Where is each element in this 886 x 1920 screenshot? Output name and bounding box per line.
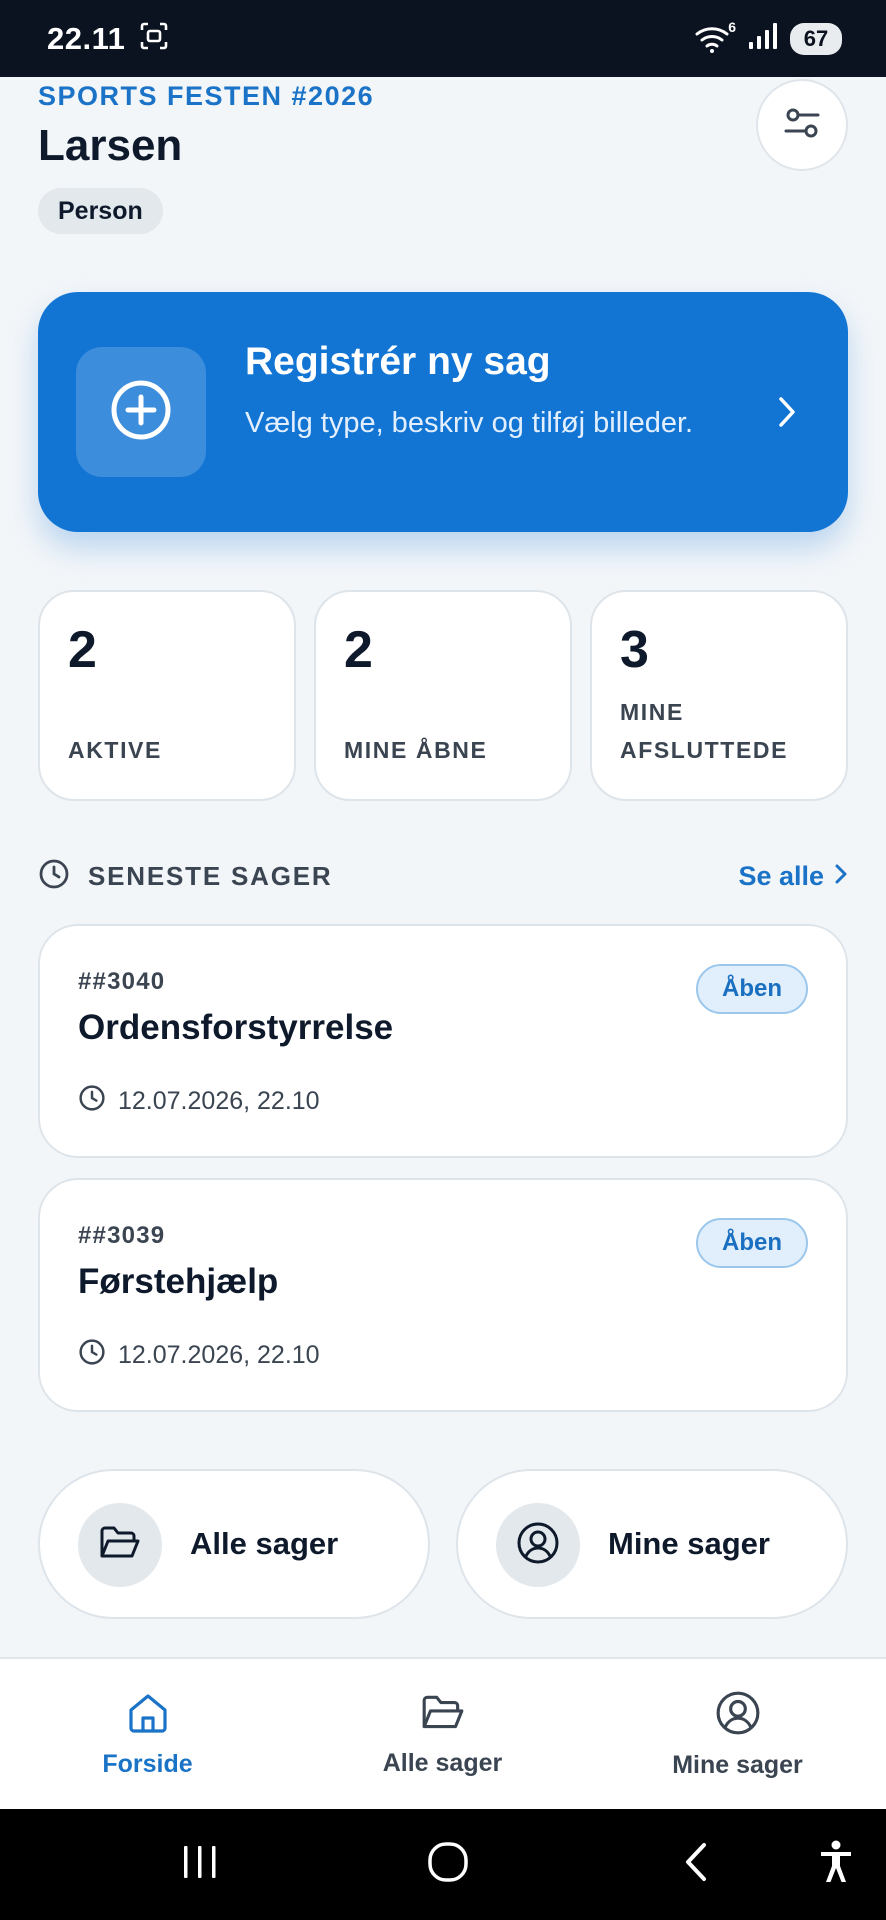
stat-card-active[interactable]: 2 AKTIVE [38, 590, 296, 801]
case-title: Førstehjælp [78, 1262, 279, 1301]
nav-item-home[interactable]: Forside [0, 1659, 295, 1811]
case-time: 12.07.2026, 22.10 [78, 1338, 320, 1373]
quick-icon [496, 1503, 580, 1587]
back-button[interactable] [666, 1809, 726, 1920]
bottom-nav: Forside Alle sager Mine sager [0, 1657, 886, 1809]
all-cases-button[interactable]: Alle sager [38, 1469, 430, 1619]
filter-button[interactable] [756, 79, 848, 171]
system-nav-bar [0, 1809, 886, 1920]
stat-value: 2 [68, 621, 97, 679]
register-title: Registrér ny sag [245, 340, 551, 383]
battery-icon: 67 [790, 22, 842, 55]
case-time: 12.07.2026, 22.10 [78, 1084, 320, 1119]
nav-item-my-cases[interactable]: Mine sager [590, 1659, 885, 1811]
folder-open-icon [420, 1692, 466, 1739]
chevron-right-icon [776, 395, 798, 434]
case-card[interactable]: ##3040 Ordensforstyrrelse 12.07.2026, 22… [38, 924, 848, 1158]
stat-value: 3 [620, 621, 649, 679]
status-bar: 22.11 6 67 [0, 0, 886, 77]
stat-card-my-open[interactable]: 2 MINE ÅBNE [314, 590, 572, 801]
clock-icon [78, 1084, 106, 1119]
case-id: ##3040 [78, 968, 166, 995]
stat-label: AKTIVE [68, 737, 162, 763]
status-time: 22.11 [47, 20, 126, 56]
see-all-link[interactable]: Se alle [738, 861, 848, 892]
home-icon [126, 1691, 170, 1740]
header: SPORTS FESTEN #2026 Larsen Person [38, 77, 848, 257]
nav-label: Alle sager [382, 1749, 503, 1777]
user-name: Larsen [38, 121, 183, 170]
recent-apps-icon [180, 1844, 220, 1885]
home-circle-icon [426, 1840, 470, 1889]
see-all-label: Se alle [738, 860, 824, 891]
plus-circle-icon [109, 378, 173, 447]
role-badge: Person [38, 188, 163, 234]
stat-value: 2 [344, 621, 373, 679]
signal-icon [748, 22, 778, 55]
case-time-text: 12.07.2026, 22.10 [118, 1087, 320, 1115]
nav-label: Mine sager [672, 1751, 803, 1779]
register-icon-box [76, 347, 206, 477]
wifi-badge: 6 [728, 18, 736, 35]
clock-icon [38, 858, 70, 895]
user-circle-icon [516, 1521, 560, 1570]
user-circle-icon [715, 1690, 761, 1741]
back-icon [682, 1841, 710, 1888]
wifi-icon: 6 [694, 19, 736, 55]
screenshot-icon [139, 21, 169, 56]
case-time-text: 12.07.2026, 22.10 [118, 1341, 320, 1369]
status-badge: Åben [696, 1218, 808, 1268]
quick-icon [78, 1503, 162, 1587]
accessibility-button[interactable] [806, 1809, 866, 1920]
register-case-card[interactable]: Registrér ny sag Vælg type, beskriv og t… [38, 292, 848, 532]
stat-label: MINE ÅBNE [344, 737, 488, 763]
case-title: Ordensforstyrrelse [78, 1008, 394, 1047]
register-subtitle: Vælg type, beskriv og tilføj billeder. [245, 407, 694, 439]
section-title: SENESTE SAGER [88, 860, 333, 891]
quick-label: Alle sager [190, 1526, 339, 1561]
recent-apps-button[interactable] [170, 1809, 230, 1920]
status-badge: Åben [696, 964, 808, 1014]
sliders-icon [782, 103, 822, 148]
stats-row: 2 AKTIVE 2 MINE ÅBNE 3 MINE AFSLUTTEDE [38, 590, 848, 801]
my-cases-button[interactable]: Mine sager [456, 1469, 848, 1619]
clock-icon [78, 1338, 106, 1373]
recent-section-header: SENESTE SAGER Se alle [38, 858, 848, 894]
folder-open-icon [98, 1523, 142, 1568]
nav-label: Forside [102, 1750, 193, 1778]
chevron-right-icon [834, 861, 848, 892]
nav-item-all-cases[interactable]: Alle sager [295, 1659, 590, 1811]
stat-label: MINE AFSLUTTEDE [620, 699, 789, 763]
case-id: ##3039 [78, 1222, 166, 1249]
case-card[interactable]: ##3039 Førstehjælp 12.07.2026, 22.10 Åbe… [38, 1178, 848, 1412]
event-name: SPORTS FESTEN #2026 [38, 81, 375, 111]
accessibility-icon [819, 1840, 853, 1889]
stat-card-my-closed[interactable]: 3 MINE AFSLUTTEDE [590, 590, 848, 801]
home-system-button[interactable] [418, 1809, 478, 1920]
quick-label: Mine sager [608, 1526, 770, 1561]
